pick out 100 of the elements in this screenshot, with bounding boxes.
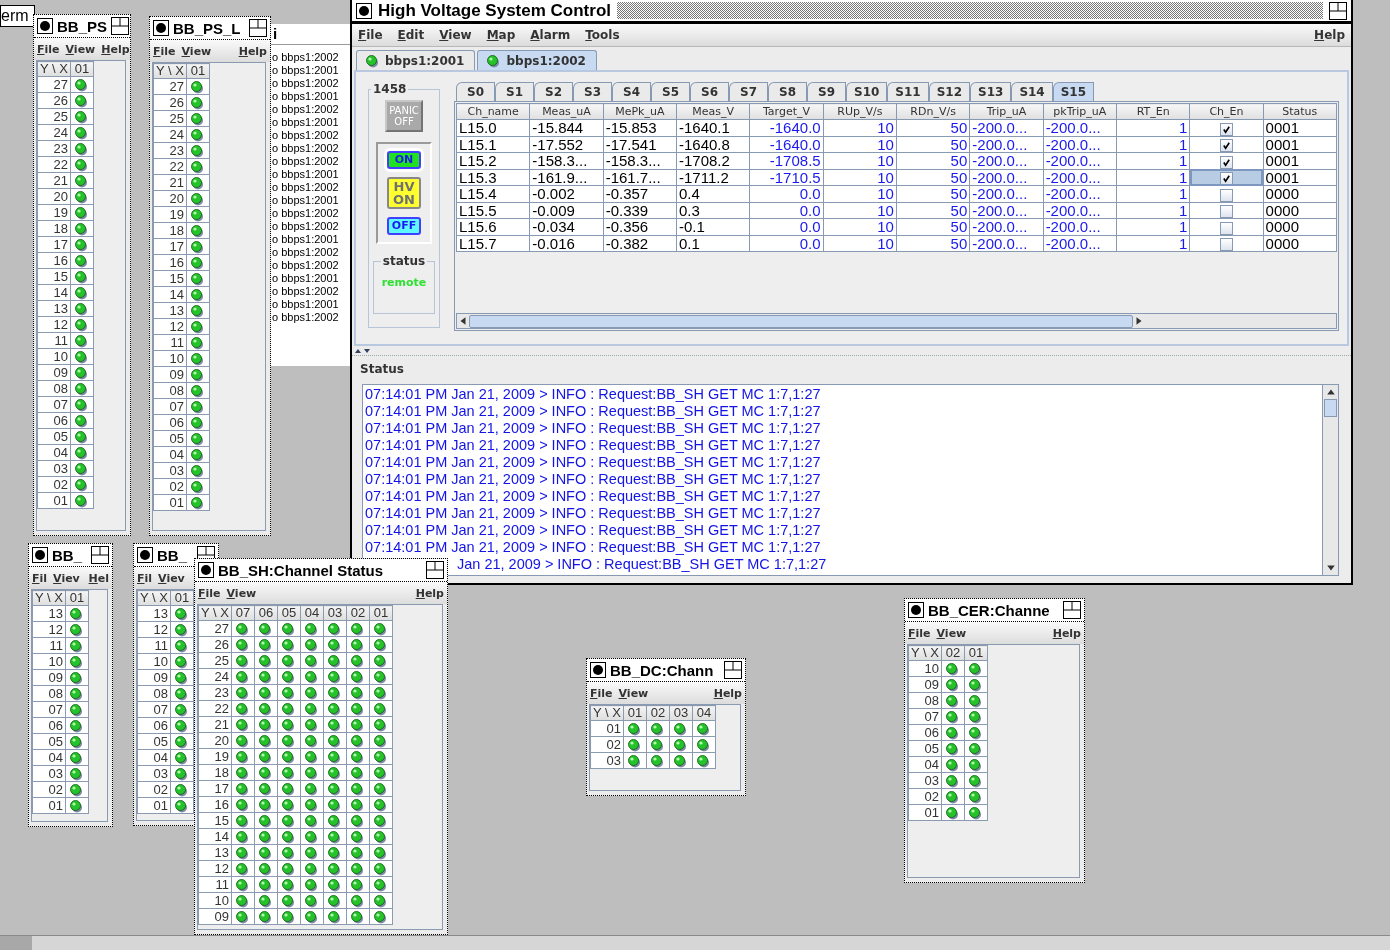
menu-item[interactable]: File xyxy=(37,42,60,56)
window-menu-icon[interactable] xyxy=(37,18,53,34)
menu-item[interactable]: View xyxy=(439,28,472,42)
menu-item[interactable]: File xyxy=(358,28,383,42)
power-button[interactable]: ON xyxy=(387,151,421,169)
slot-tab[interactable]: S5 xyxy=(651,82,690,101)
list-item[interactable]: o bbps1:2002 xyxy=(271,220,350,233)
window-menu-icon[interactable] xyxy=(153,20,169,36)
maximize-icon[interactable] xyxy=(1063,601,1081,619)
maximize-icon[interactable] xyxy=(1329,1,1347,20)
menu-item[interactable]: Help xyxy=(415,586,444,600)
slot-tab[interactable]: S12 xyxy=(928,82,971,101)
list-item[interactable]: o bbps1:2001 xyxy=(271,116,350,129)
maximize-icon[interactable] xyxy=(91,546,109,564)
list-item[interactable]: o bbps1:2002 xyxy=(271,207,350,220)
menu-item[interactable]: Help xyxy=(101,42,130,56)
checkbox[interactable] xyxy=(1219,139,1233,152)
column-header[interactable]: Target_V xyxy=(749,103,824,120)
window-menu-icon[interactable] xyxy=(32,547,48,563)
list-item[interactable]: o bbps1:2002 xyxy=(271,51,350,64)
menu-item[interactable]: Viev xyxy=(158,571,185,585)
list-item[interactable]: o bbps1:2001 xyxy=(271,233,350,246)
column-header[interactable]: RDn_V/s xyxy=(896,103,970,120)
menu-item[interactable]: Hel xyxy=(88,571,109,585)
menu-item[interactable]: View xyxy=(618,686,649,700)
checkbox[interactable] xyxy=(1219,238,1233,251)
server-tab[interactable]: bbps1:2002 xyxy=(477,50,597,70)
window-menu-icon[interactable] xyxy=(137,547,153,563)
checkbox[interactable] xyxy=(1219,188,1233,202)
scrollbar-thumb[interactable] xyxy=(469,314,1133,328)
power-button[interactable]: OFF xyxy=(387,217,421,235)
column-header[interactable]: Ch_name xyxy=(456,103,530,120)
slot-tab[interactable]: S6 xyxy=(690,82,729,101)
column-header[interactable]: Status xyxy=(1263,103,1337,120)
list-item[interactable]: o bbps1:2001 xyxy=(271,272,350,285)
menu-item[interactable]: View xyxy=(181,44,212,58)
column-header[interactable]: RT_En xyxy=(1116,103,1190,120)
slot-tab[interactable]: S11 xyxy=(887,82,929,101)
checkbox[interactable] xyxy=(1219,172,1233,185)
menu-item[interactable]: Help xyxy=(713,686,742,700)
menu-item[interactable]: File xyxy=(198,586,221,600)
checkbox[interactable] xyxy=(1219,205,1233,218)
menu-item[interactable]: Help xyxy=(238,44,267,58)
list-item[interactable]: o bbps1:2002 xyxy=(271,77,350,90)
server-tab[interactable]: bbps1:2001 xyxy=(356,50,476,70)
menu-item[interactable]: Alarm xyxy=(530,28,571,42)
menu-item[interactable]: View xyxy=(226,586,257,600)
menu-item[interactable]: Fil xyxy=(32,571,48,585)
checkbox[interactable] xyxy=(1219,221,1233,235)
slot-tab[interactable]: S15 xyxy=(1052,82,1095,101)
menu-item[interactable]: File xyxy=(153,44,176,58)
list-item[interactable]: o bbps1:2001 xyxy=(271,64,350,77)
column-header[interactable]: Meas_V xyxy=(676,103,750,120)
list-item[interactable]: o bbps1:2002 xyxy=(271,142,350,155)
maximize-icon[interactable] xyxy=(724,661,742,679)
maximize-icon[interactable] xyxy=(426,561,444,579)
list-item[interactable]: o bbps1:2001 xyxy=(271,194,350,207)
scrollbar-thumb[interactable] xyxy=(1324,399,1337,417)
desktop-scrollbar[interactable] xyxy=(0,935,1390,950)
scroll-up-icon[interactable] xyxy=(1325,387,1336,397)
slot-tab[interactable]: S1 xyxy=(495,82,534,101)
slot-tab[interactable]: S8 xyxy=(768,82,807,101)
window-menu-icon[interactable] xyxy=(908,602,924,618)
slot-tab[interactable]: S3 xyxy=(573,82,612,101)
list-item[interactable]: o bbps1:2002 xyxy=(271,311,350,324)
scroll-down-icon[interactable] xyxy=(1325,563,1336,573)
menu-item[interactable]: File xyxy=(590,686,613,700)
slot-tab[interactable]: S4 xyxy=(612,82,651,101)
maximize-icon[interactable] xyxy=(249,19,267,37)
column-header[interactable]: pkTrip_uA xyxy=(1043,103,1117,120)
menu-item[interactable]: Fil xyxy=(137,571,153,585)
column-header[interactable]: Trip_uA xyxy=(969,103,1044,120)
window-menu-icon[interactable] xyxy=(198,562,214,578)
menu-item[interactable]: Map xyxy=(486,28,516,42)
slot-tab[interactable]: S14 xyxy=(1011,82,1053,101)
list-item[interactable]: o bbps1:2001 xyxy=(271,298,350,311)
slot-tab[interactable]: S2 xyxy=(534,82,573,101)
column-header[interactable]: MePk_uA xyxy=(603,103,677,120)
column-header[interactable]: RUp_V/s xyxy=(823,103,897,120)
window-label[interactable]: erm xyxy=(0,5,35,27)
menu-item[interactable]: Viev xyxy=(53,571,80,585)
list-item[interactable]: o bbps1:2002 xyxy=(271,259,350,272)
slot-tab[interactable]: S7 xyxy=(729,82,768,101)
list-item[interactable]: o bbps1:2001 xyxy=(271,168,350,181)
checkbox[interactable] xyxy=(1219,155,1233,169)
list-item[interactable]: o bbps1:2001 xyxy=(271,90,350,103)
scroll-left-icon[interactable] xyxy=(458,316,468,326)
list-item[interactable]: o bbps1:2002 xyxy=(271,103,350,116)
menu-item[interactable]: View xyxy=(936,626,967,640)
checkbox[interactable] xyxy=(1219,122,1233,136)
power-button[interactable]: HV ON xyxy=(387,177,421,209)
menu-item[interactable]: View xyxy=(65,42,96,56)
scroll-right-icon[interactable] xyxy=(1134,316,1144,326)
list-item[interactable]: o bbps1:2002 xyxy=(271,129,350,142)
list-item[interactable]: o bbps1:2002 xyxy=(271,155,350,168)
list-item[interactable]: o bbps1:2002 xyxy=(271,285,350,298)
slot-tab[interactable]: S10 xyxy=(846,82,888,101)
menu-item[interactable]: Help xyxy=(1052,626,1081,640)
menu-item[interactable]: Help xyxy=(1314,28,1345,42)
column-header[interactable]: Meas_uA xyxy=(529,103,604,120)
